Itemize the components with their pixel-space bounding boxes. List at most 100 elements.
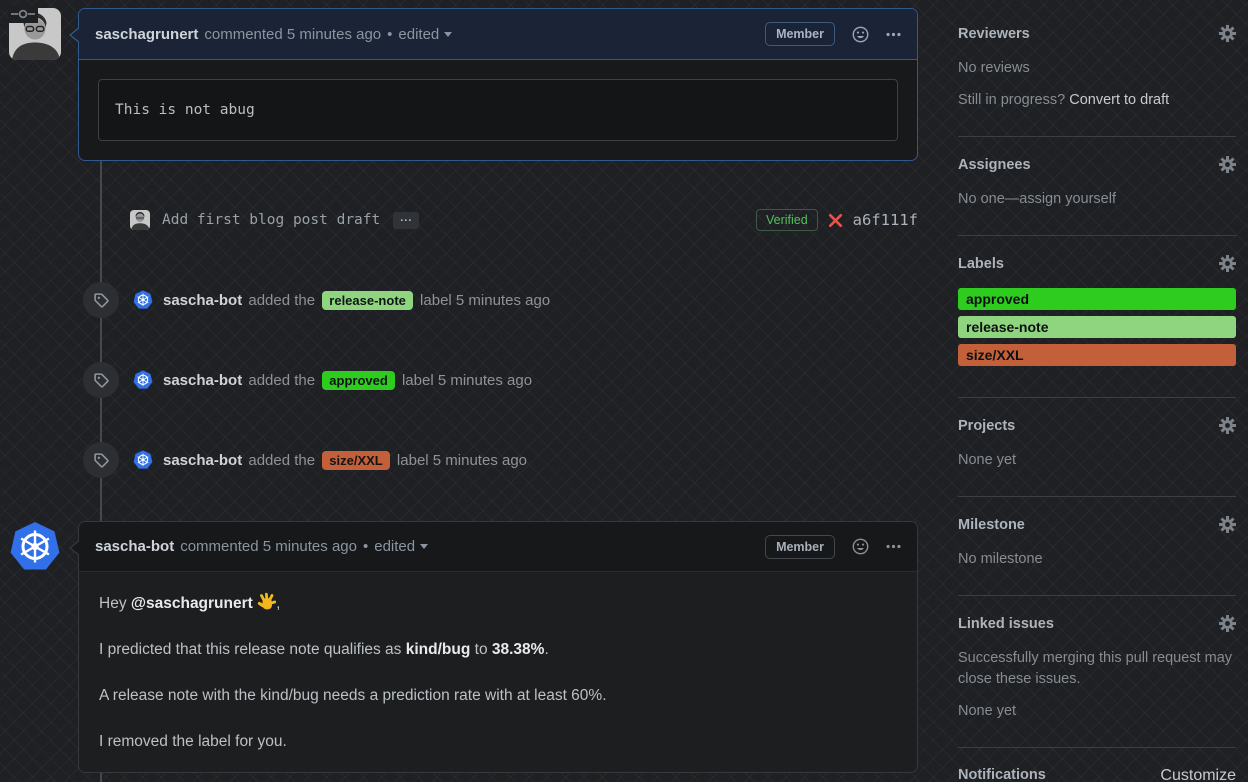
projects-empty: None yet xyxy=(958,452,1017,468)
git-commit-icon xyxy=(8,5,38,23)
notifications-title: Notifications xyxy=(958,767,1046,782)
event-action: added the xyxy=(248,451,316,469)
member-badge: Member xyxy=(765,534,835,559)
edited-dropdown[interactable]: edited xyxy=(398,26,453,43)
reviewers-title: Reviewers xyxy=(958,25,1030,42)
gear-icon[interactable] xyxy=(1219,615,1236,632)
label-pill[interactable]: release-note xyxy=(322,290,413,310)
greeting-line: Hey @saschagrunert , xyxy=(99,592,897,615)
label-pill[interactable]: size/XXL xyxy=(322,450,390,470)
timeline-line-stub xyxy=(100,773,102,782)
prediction-line: I predicted that this release note quali… xyxy=(99,641,549,658)
kubernetes-logo-icon xyxy=(133,290,153,310)
section-reviewers: Reviewers No reviews Still in progress? … xyxy=(958,0,1236,137)
waving-hand-emoji xyxy=(257,592,276,611)
commit-expander-button[interactable]: ... xyxy=(393,211,420,229)
sascha-bot-avatar[interactable] xyxy=(133,290,153,310)
gear-icon[interactable] xyxy=(1219,417,1236,434)
actor-link[interactable]: sascha-bot xyxy=(163,372,242,389)
event-badge xyxy=(83,282,119,318)
tag-icon xyxy=(93,452,110,469)
comment-options-button[interactable] xyxy=(886,32,901,37)
author-link[interactable]: sascha-bot xyxy=(95,538,174,555)
assignees-empty: No one— xyxy=(958,191,1020,207)
label-added-event: sascha-bot added the size/XXL label 5 mi… xyxy=(0,442,936,478)
gear-icon[interactable] xyxy=(1219,255,1236,272)
kubernetes-logo-icon xyxy=(133,450,153,470)
actor-link[interactable]: sascha-bot xyxy=(163,452,242,469)
member-badge: Member xyxy=(765,22,835,46)
commit-message-link[interactable]: Add first blog post draft xyxy=(162,212,380,228)
comment-meta: commented 5 minutes ago xyxy=(204,25,382,43)
commit-event: Add first blog post draft ... Verified a… xyxy=(78,206,918,234)
section-projects: Projects None yet xyxy=(958,398,1236,497)
sidebar-label-approved[interactable]: approved xyxy=(958,288,1236,310)
comment-options-button[interactable] xyxy=(886,544,901,549)
smiley-icon xyxy=(852,538,869,555)
avatar-sascha-bot[interactable] xyxy=(9,521,61,573)
chevron-down-icon xyxy=(420,544,429,549)
event-suffix: label 5 minutes ago xyxy=(396,451,528,469)
mention-link[interactable]: @saschagrunert xyxy=(131,595,253,612)
sidebar-label-release-note[interactable]: release-note xyxy=(958,316,1236,338)
comment-header: saschagrunert commented 5 minutes ago • … xyxy=(69,9,917,60)
draft-hint: Still in progress? xyxy=(958,92,1066,108)
code-block: This is not abug xyxy=(98,79,898,141)
label-added-event: sascha-bot added the approved label 5 mi… xyxy=(0,362,936,398)
tag-icon xyxy=(93,292,110,309)
label-pill[interactable]: approved xyxy=(322,370,395,390)
requirement-line: A release note with the kind/bug needs a… xyxy=(99,687,607,704)
comment-body: This is not abug xyxy=(79,60,917,160)
labels-title: Labels xyxy=(958,255,1004,272)
commit-author-avatar[interactable] xyxy=(130,210,150,230)
section-linked-issues: Linked issues Successfully merging this … xyxy=(958,596,1236,748)
meta-separator: • xyxy=(387,25,393,43)
actor-link[interactable]: sascha-bot xyxy=(163,292,242,309)
event-suffix: label 5 minutes ago xyxy=(401,371,533,389)
convert-to-draft-link[interactable]: Convert to draft xyxy=(1069,92,1169,108)
verified-badge[interactable]: Verified xyxy=(755,209,818,231)
comment-meta: commented 5 minutes ago xyxy=(180,538,357,555)
event-badge xyxy=(83,362,119,398)
kebab-icon xyxy=(886,544,901,549)
comment-header: sascha-bot commented 5 minutes ago • edi… xyxy=(69,522,917,572)
person-avatar-icon xyxy=(130,210,150,230)
linked-issues-description: Successfully merging this pull request m… xyxy=(958,650,1233,687)
removed-line: I removed the label for you. xyxy=(99,733,287,750)
sascha-bot-avatar[interactable] xyxy=(133,450,153,470)
comment-body: Hey @saschagrunert , I predicted that th… xyxy=(79,572,917,773)
customize-link[interactable]: Customize xyxy=(1160,767,1236,782)
comment-sascha-bot: sascha-bot commented 5 minutes ago • edi… xyxy=(69,521,918,773)
event-action: added the xyxy=(248,371,316,389)
projects-title: Projects xyxy=(958,417,1016,434)
status-failed-x-icon[interactable] xyxy=(827,212,844,229)
assign-yourself-link[interactable]: assign yourself xyxy=(1019,191,1116,207)
label-added-event: sascha-bot added the release-note label … xyxy=(0,282,936,318)
milestone-title: Milestone xyxy=(958,516,1025,533)
event-badge xyxy=(83,442,119,478)
gear-icon[interactable] xyxy=(1219,516,1236,533)
linked-issues-title: Linked issues xyxy=(958,615,1054,632)
author-link[interactable]: saschagrunert xyxy=(95,26,198,43)
comment-caret xyxy=(69,540,81,556)
assignees-title: Assignees xyxy=(958,156,1031,173)
add-reaction-button[interactable] xyxy=(852,538,869,555)
pr-sidebar: Reviewers No reviews Still in progress? … xyxy=(958,0,1236,782)
sidebar-label-size-xxl[interactable]: size/XXL xyxy=(958,344,1236,366)
milestone-empty: No milestone xyxy=(958,551,1043,567)
reviewers-empty: No reviews xyxy=(958,60,1030,76)
section-milestone: Milestone No milestone xyxy=(958,497,1236,596)
sascha-bot-avatar[interactable] xyxy=(133,370,153,390)
event-action: added the xyxy=(248,291,316,309)
kebab-icon xyxy=(886,32,901,37)
gear-icon[interactable] xyxy=(1219,156,1236,173)
gear-icon[interactable] xyxy=(1219,25,1236,42)
section-assignees: Assignees No one—assign yourself xyxy=(958,137,1236,236)
tag-icon xyxy=(93,372,110,389)
edited-dropdown[interactable]: edited xyxy=(374,538,429,555)
kubernetes-logo-icon xyxy=(133,370,153,390)
kubernetes-logo-icon xyxy=(9,521,61,573)
smiley-icon xyxy=(852,26,869,43)
commit-sha-link[interactable]: a6f111f xyxy=(853,211,918,229)
add-reaction-button[interactable] xyxy=(852,26,869,43)
